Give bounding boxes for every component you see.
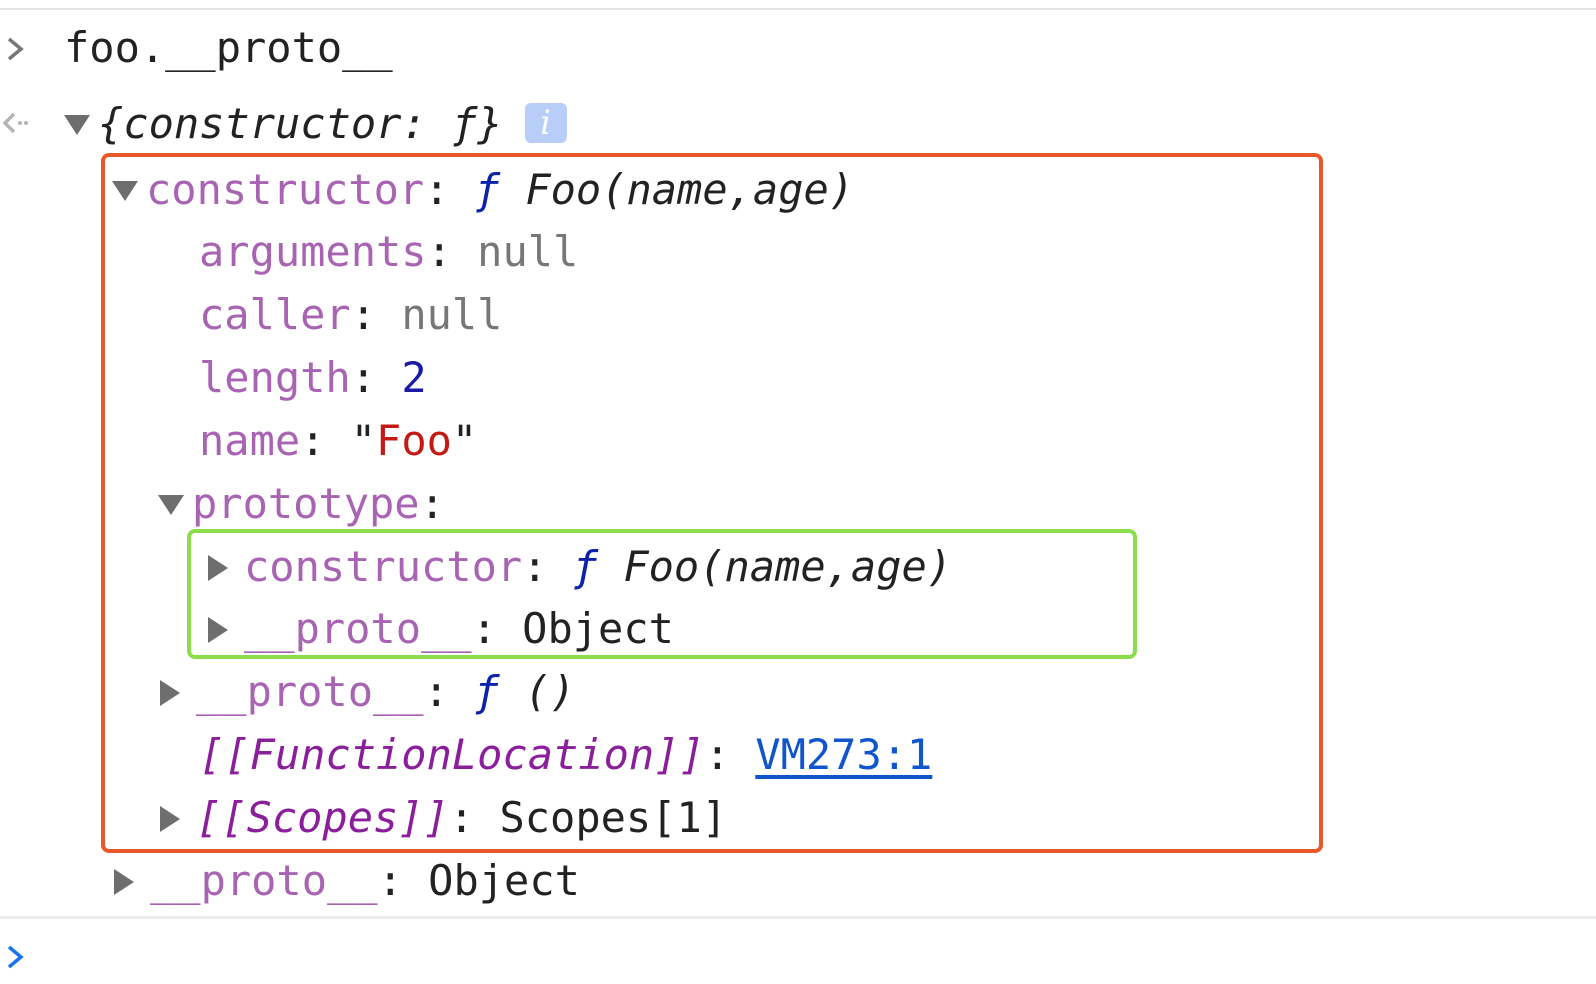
property-value: null: [401, 290, 503, 339]
function-signature: Foo(name,age): [623, 542, 953, 591]
property-key: constructor: [244, 542, 523, 591]
function-signature: Foo(name,age): [525, 165, 855, 214]
expand-triangle-down-icon[interactable]: [158, 494, 184, 515]
property-value: Scopes[1]: [499, 793, 728, 842]
expand-triangle-right-icon[interactable]: [114, 868, 134, 895]
console-divider: [0, 916, 1596, 919]
property-key: [[Scopes]]: [196, 793, 449, 842]
tree-row-caller: caller: null: [199, 290, 503, 339]
property-value: Object: [428, 856, 580, 905]
expand-triangle-down-icon[interactable]: [112, 180, 138, 201]
property-key: [[FunctionLocation]]: [199, 730, 705, 779]
property-key: name: [199, 416, 301, 465]
expand-triangle-right-icon[interactable]: [208, 554, 228, 581]
result-row[interactable]: {constructor: ƒ} i: [64, 96, 567, 152]
tree-row-function-location: [[FunctionLocation]]: VM273:1: [199, 730, 933, 779]
property-key: __proto__: [150, 856, 378, 905]
expand-triangle-right-icon[interactable]: [160, 805, 180, 832]
property-value: null: [477, 227, 579, 276]
tree-row-arguments: arguments: null: [199, 227, 579, 276]
property-key: __proto__: [244, 604, 472, 653]
tree-row-scopes[interactable]: [[Scopes]]: Scopes[1]: [160, 790, 727, 846]
tree-row-length: length: 2: [199, 353, 427, 402]
property-key: caller: [199, 290, 351, 339]
property-key: prototype: [192, 479, 420, 528]
tree-row-function-proto[interactable]: __proto__: ƒ (): [160, 664, 575, 720]
tree-row-constructor[interactable]: constructor: ƒ Foo(name,age): [112, 162, 854, 218]
function-keyword: ƒ: [572, 542, 599, 591]
expand-triangle-right-icon[interactable]: [160, 679, 180, 706]
info-icon[interactable]: i: [524, 102, 567, 143]
tree-row-proto[interactable]: __proto__: Object: [114, 853, 580, 909]
source-link[interactable]: VM273:1: [755, 730, 932, 779]
tree-row-name: name: "Foo": [199, 416, 478, 465]
result-preview: {constructor: ƒ}: [98, 99, 503, 148]
property-key: __proto__: [196, 667, 424, 716]
tree-row-prototype-constructor[interactable]: constructor: ƒ Foo(name,age): [208, 539, 952, 595]
property-key: constructor: [146, 165, 425, 214]
console-input-line[interactable]: foo.__proto__: [64, 20, 393, 76]
console-top-border: [0, 8, 1596, 10]
property-key: arguments: [199, 227, 427, 276]
expand-triangle-down-icon[interactable]: [64, 114, 90, 135]
function-signature: (): [524, 667, 576, 716]
console-input-text: foo.__proto__: [64, 23, 393, 72]
property-key: length: [199, 353, 351, 402]
tree-row-prototype[interactable]: prototype:: [158, 476, 445, 532]
chevron-right-icon: [7, 37, 24, 61]
tree-row-prototype-proto[interactable]: __proto__: Object: [208, 601, 674, 657]
property-value: Foo: [376, 416, 452, 465]
result-arrow-icon: [2, 112, 28, 134]
expand-triangle-right-icon[interactable]: [208, 616, 228, 643]
function-keyword: ƒ: [474, 667, 500, 716]
console-prompt-icon[interactable]: [4, 942, 26, 972]
property-value: 2: [401, 353, 427, 402]
property-value: Object: [522, 604, 674, 653]
function-keyword: ƒ: [474, 165, 501, 214]
